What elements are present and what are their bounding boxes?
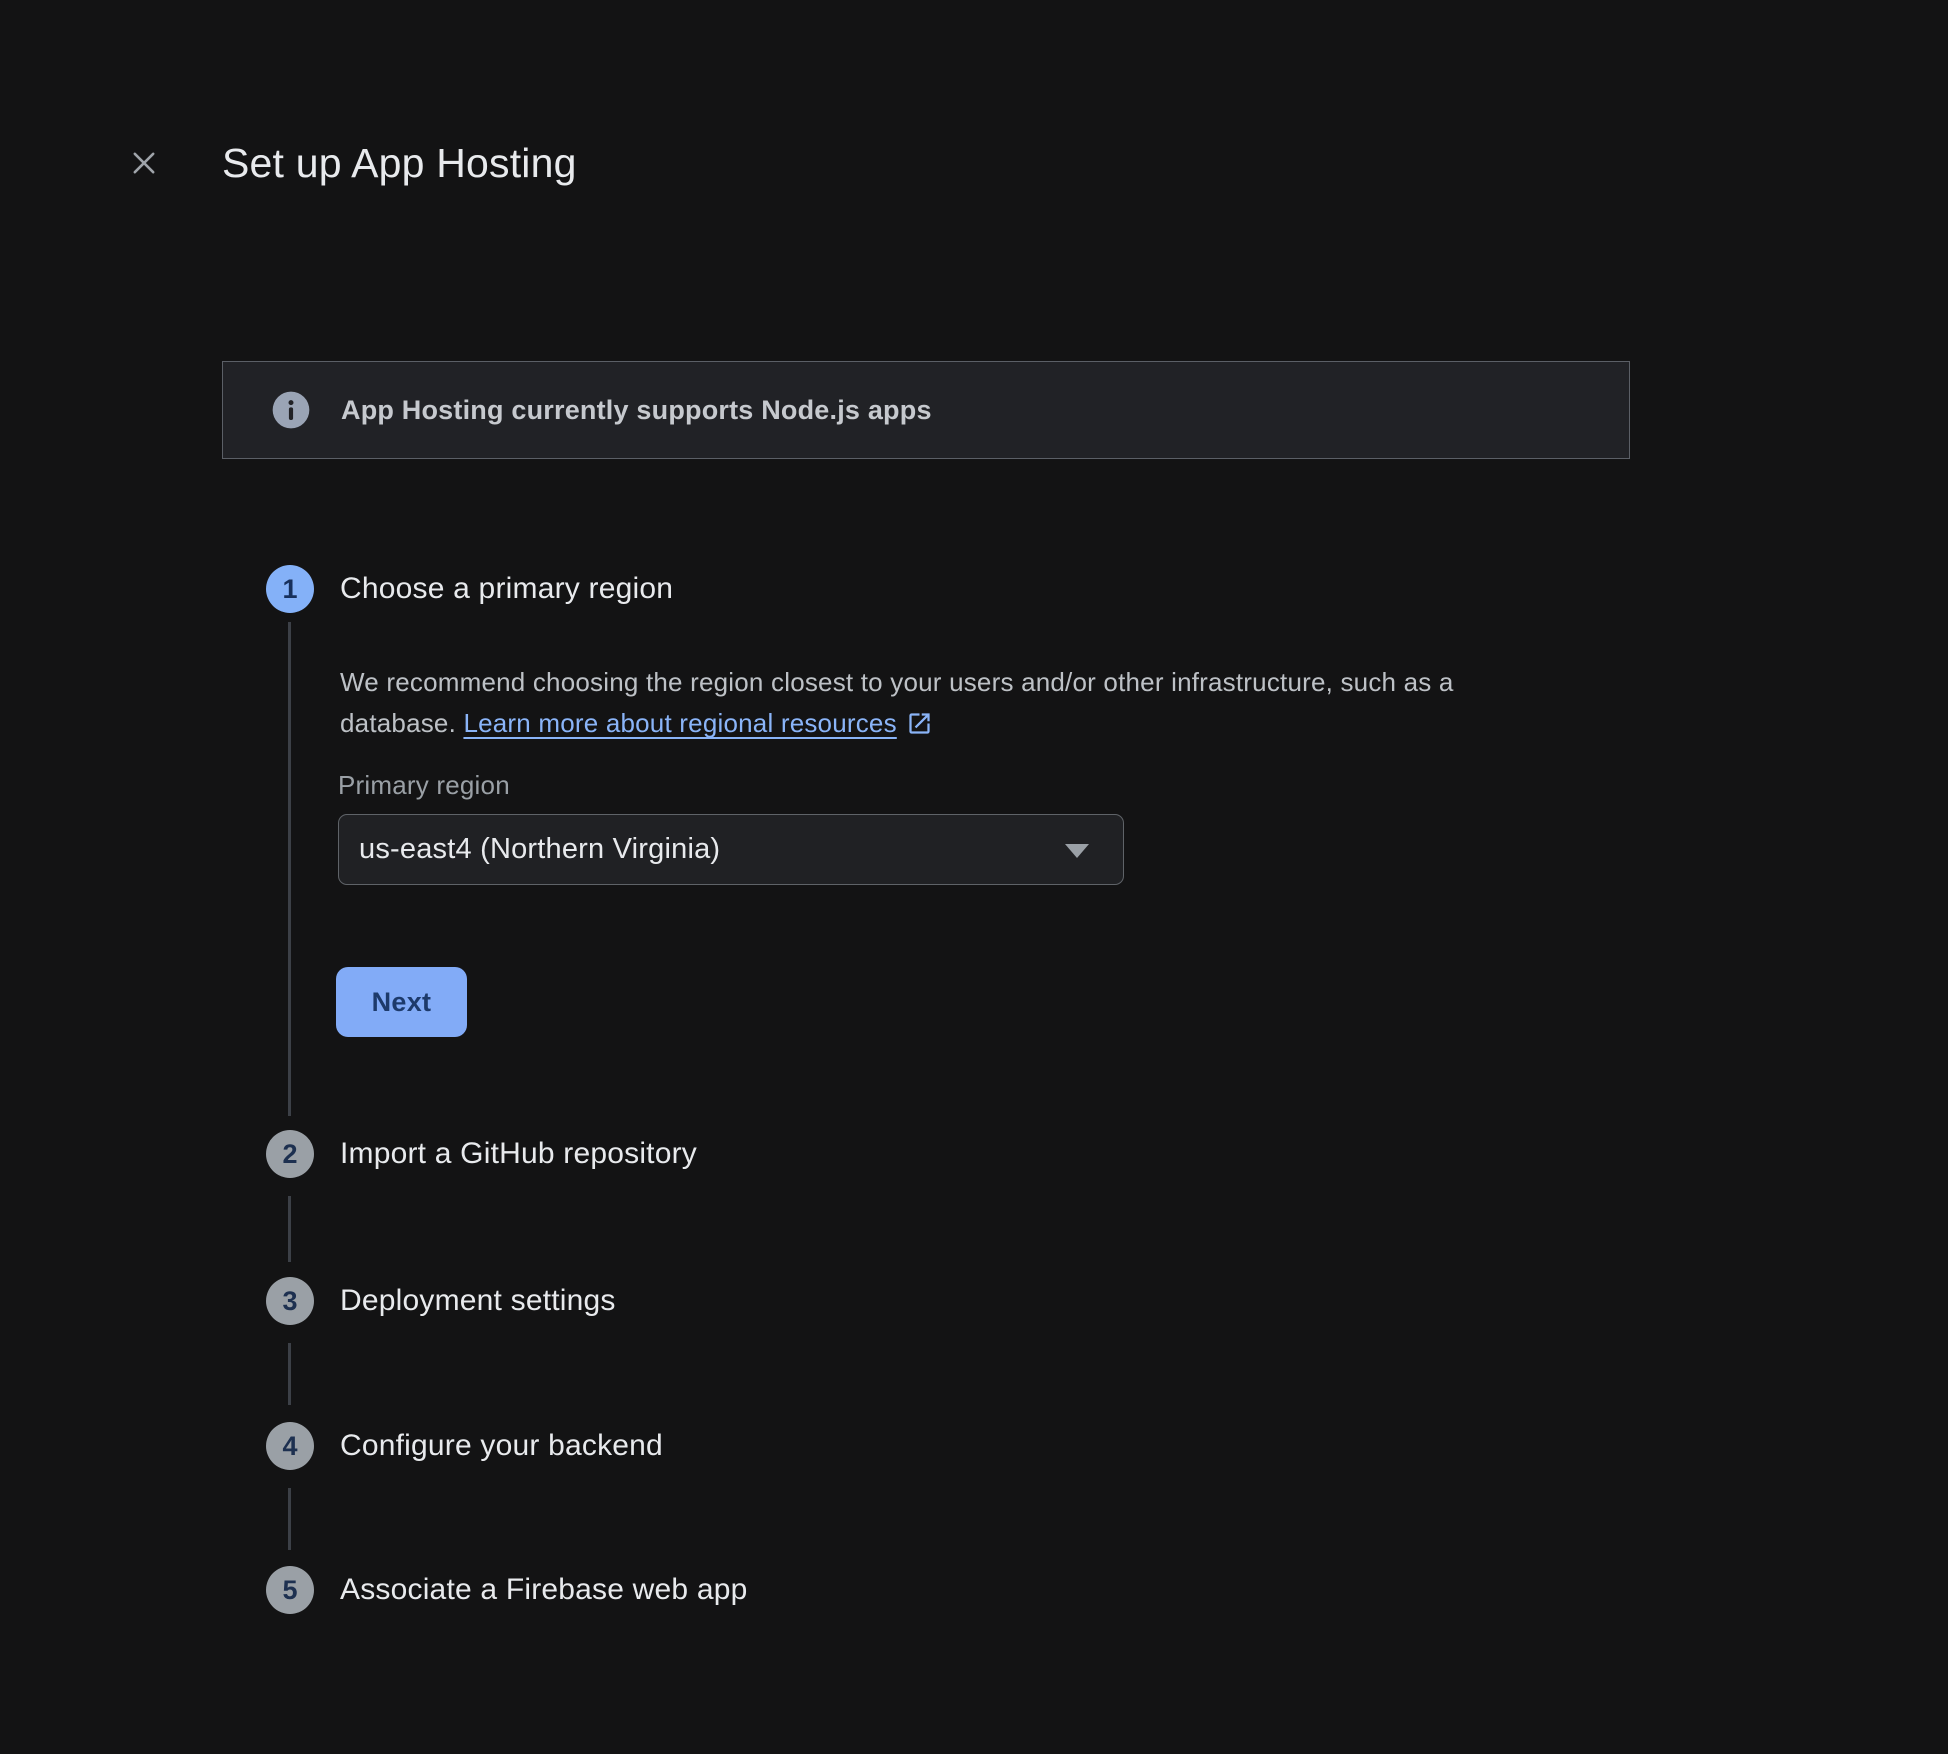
info-icon <box>271 390 311 430</box>
step-4-number: 4 <box>282 1431 297 1462</box>
info-banner-text: App Hosting currently supports Node.js a… <box>341 395 932 426</box>
step-5-title: Associate a Firebase web app <box>340 1568 748 1612</box>
open-in-new-icon <box>906 710 933 737</box>
step-1-number: 1 <box>282 574 297 605</box>
info-banner: App Hosting currently supports Node.js a… <box>222 361 1630 459</box>
primary-region-value: us-east4 (Northern Virginia) <box>359 833 720 866</box>
description-line-2: database. <box>340 708 463 738</box>
step-3-circle: 3 <box>266 1277 314 1325</box>
description-line-1: We recommend choosing the region closest… <box>340 667 1454 697</box>
step-3-title: Deployment settings <box>340 1279 616 1323</box>
stepper-connector <box>288 1196 291 1262</box>
step-4-title: Configure your backend <box>340 1424 663 1468</box>
app-hosting-setup-dialog: Set up App Hosting App Hosting currently… <box>0 0 1948 1754</box>
step-2-title: Import a GitHub repository <box>340 1132 697 1176</box>
primary-region-label: Primary region <box>338 770 510 801</box>
step-2-circle: 2 <box>266 1130 314 1178</box>
step-5-circle: 5 <box>266 1566 314 1614</box>
step-4-circle: 4 <box>266 1422 314 1470</box>
next-button[interactable]: Next <box>336 967 467 1037</box>
step-1-circle: 1 <box>266 565 314 613</box>
dropdown-caret-icon <box>1065 844 1089 858</box>
page-title: Set up App Hosting <box>222 131 577 195</box>
close-button[interactable] <box>112 131 176 195</box>
stepper-connector <box>288 1343 291 1405</box>
step-1-description: We recommend choosing the region closest… <box>340 662 1660 744</box>
step-1-title: Choose a primary region <box>340 567 673 611</box>
primary-region-select[interactable]: us-east4 (Northern Virginia) <box>338 814 1124 885</box>
close-icon <box>127 146 161 180</box>
step-3-number: 3 <box>282 1286 297 1317</box>
learn-more-link[interactable]: Learn more about regional resources <box>463 708 896 738</box>
stepper-connector <box>288 622 291 1116</box>
step-5-number: 5 <box>282 1575 297 1606</box>
stepper-connector <box>288 1488 291 1550</box>
step-2-number: 2 <box>282 1139 297 1170</box>
